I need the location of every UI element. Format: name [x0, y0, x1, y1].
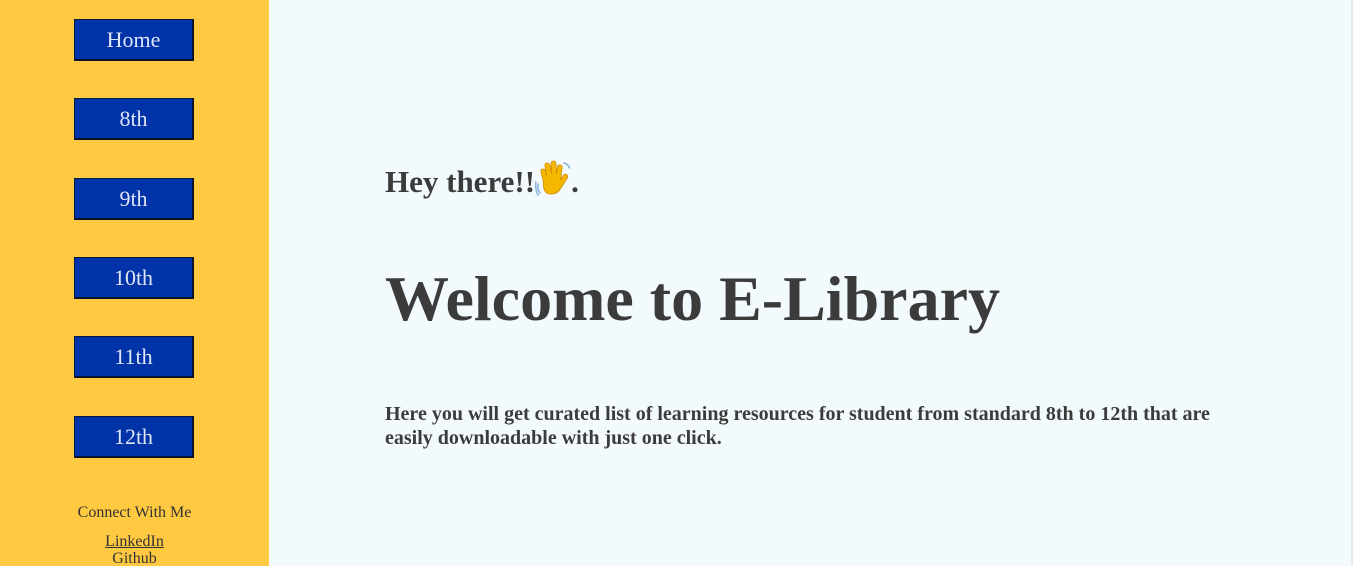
nav-button-9th[interactable]: 9th: [74, 178, 194, 220]
greeting-suffix: .: [571, 164, 579, 199]
main-content: Hey there!! . Welcome to E-Library Here …: [269, 0, 1353, 566]
nav-button-11th[interactable]: 11th: [74, 336, 194, 378]
connect-title: Connect With Me: [77, 504, 192, 521]
linkedin-link[interactable]: LinkedIn: [0, 533, 269, 551]
nav-button-12th[interactable]: 12th: [74, 416, 194, 458]
greeting: Hey there!! .: [385, 160, 579, 200]
sidebar: Home 8th 9th 10th 11th 12th Connect With…: [0, 0, 269, 566]
nav-button-8th[interactable]: 8th: [74, 98, 194, 140]
intro-text: Here you will get curated list of learni…: [385, 403, 1210, 449]
waving-hand-icon: [534, 160, 571, 198]
github-link[interactable]: Github: [0, 550, 269, 566]
greeting-text: Hey there!!: [385, 164, 536, 199]
nav-button-10th[interactable]: 10th: [74, 257, 194, 299]
page-title: Welcome to E-Library: [385, 263, 1000, 334]
nav-button-home[interactable]: Home: [74, 19, 194, 61]
